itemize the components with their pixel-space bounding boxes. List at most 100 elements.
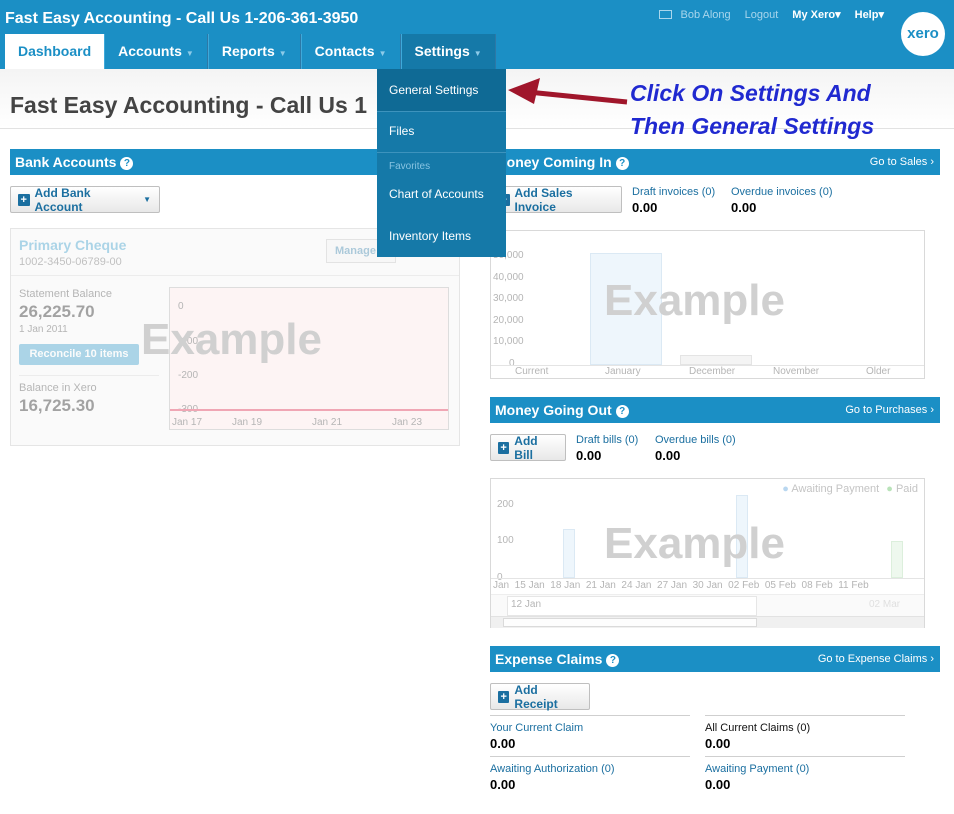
awaiting-authorization-link[interactable]: Awaiting Authorization (0) [490, 763, 615, 775]
help-icon[interactable]: ? [120, 157, 134, 170]
tab-dashboard[interactable]: Dashboard [5, 34, 105, 69]
mail-icon [659, 10, 673, 20]
top-bar: Fast Easy Accounting - Call Us 1-206-361… [0, 0, 954, 69]
caret-down-icon: ▼ [473, 49, 482, 58]
help-menu[interactable]: Help▾ [855, 8, 884, 21]
balance-line [170, 409, 448, 411]
overdue-invoices-link[interactable]: Overdue invoices (0) [731, 186, 833, 198]
tab-reports[interactable]: Reports ▼ [207, 34, 301, 69]
caret-down-icon: ▾ [835, 9, 841, 21]
menu-item-general-settings[interactable]: General Settings [377, 69, 506, 111]
draft-invoices-value: 0.00 [632, 200, 658, 215]
legend-paid: Paid [895, 483, 918, 495]
tab-settings[interactable]: Settings ▼ [400, 34, 496, 69]
paid-bar [891, 541, 903, 578]
nav-start-label: 12 Jan [511, 599, 542, 610]
money-out-title: Money Going Out [495, 402, 612, 418]
statement-date: 1 Jan 2011 [19, 324, 68, 335]
menu-item-inventory-items[interactable]: Inventory Items [377, 215, 506, 257]
plus-icon: + [498, 441, 510, 454]
add-receipt-button[interactable]: + Add Receipt [490, 683, 590, 711]
tab-accounts[interactable]: Accounts ▼ [104, 34, 208, 69]
draft-invoices-link[interactable]: Draft invoices (0) [632, 186, 715, 198]
y-tick: 0 [509, 358, 515, 369]
range-navigator[interactable]: 12 Jan 02 Mar [491, 594, 924, 628]
x-tick: Older [866, 366, 891, 377]
page-title: Fast Easy Accounting - Call Us 1 [10, 92, 368, 118]
example-watermark: Example [141, 315, 322, 364]
all-current-claims-value: 0.00 [705, 736, 731, 751]
menu-item-files[interactable]: Files [377, 112, 506, 152]
annotation-text: Click On Settings And Then General Setti… [630, 77, 874, 143]
favorites-heading: Favorites [389, 161, 431, 172]
bank-account-number: 1002-3450-06789-00 [19, 256, 122, 268]
xero-balance-value: 16,725.30 [19, 396, 95, 415]
add-bill-button[interactable]: + Add Bill [490, 434, 566, 462]
money-in-chart: 50,000 40,000 30,000 20,000 10,000 0 Cur… [490, 230, 925, 379]
x-tick: Jan 21 [312, 417, 343, 428]
annotation-arrow-icon [508, 78, 628, 105]
example-watermark: Example [604, 276, 785, 325]
go-to-expense-claims-link[interactable]: Go to Expense Claims › [818, 653, 934, 665]
reconcile-button[interactable]: Reconcile 10 items [19, 344, 139, 365]
bank-accounts-title: Bank Accounts [15, 154, 117, 170]
user-name: Bob Along [680, 8, 731, 21]
org-title: Fast Easy Accounting - Call Us 1-206-361… [5, 10, 359, 27]
settings-dropdown: General Settings Files Favorites Chart o… [377, 69, 506, 257]
tab-contacts[interactable]: Contacts ▼ [300, 34, 401, 69]
menu-item-chart-of-accounts[interactable]: Chart of Accounts [377, 173, 506, 215]
range-scrollbar[interactable] [491, 616, 924, 628]
money-in-header: Money Coming In? Go to Sales › [490, 149, 940, 175]
awaiting-payment-value: 0.00 [705, 777, 731, 792]
example-watermark: Example [604, 519, 785, 568]
x-ticks: Jan 15 Jan 18 Jan 21 Jan 24 Jan 27 Jan 3… [493, 580, 869, 591]
draft-bills-value: 0.00 [576, 448, 602, 463]
caret-down-icon: ▼ [143, 195, 151, 204]
bank-account-card: Primary Cheque 1002-3450-06789-00 Manage… [10, 228, 460, 446]
expense-claims-title: Expense Claims [495, 651, 603, 667]
add-sales-invoice-button[interactable]: +Add Sales Invoice [490, 186, 622, 214]
x-tick: Jan 23 [392, 417, 423, 428]
overdue-bills-link[interactable]: Overdue bills (0) [655, 434, 736, 446]
y-tick: 100 [497, 535, 514, 546]
chart-legend: ● Awaiting Payment ● Paid [782, 483, 918, 495]
go-to-sales-link[interactable]: Go to Sales › [870, 156, 934, 168]
bill-bar [563, 529, 575, 578]
current-claim-value: 0.00 [490, 736, 516, 751]
x-tick: January [605, 366, 641, 377]
x-tick: Jan 17 [172, 417, 203, 428]
draft-bills-link[interactable]: Draft bills (0) [576, 434, 638, 446]
help-icon[interactable]: ? [615, 405, 629, 418]
scroll-thumb[interactable] [503, 618, 757, 627]
caret-down-icon: ▼ [185, 49, 194, 58]
bank-account-name[interactable]: Primary Cheque [19, 237, 126, 253]
user-menu[interactable]: Bob Along [659, 8, 731, 21]
y-tick: 10,000 [493, 336, 524, 347]
y-tick: -200 [178, 370, 199, 381]
logout-link[interactable]: Logout [745, 9, 779, 21]
x-tick: Current [515, 366, 549, 377]
awaiting-payment-link[interactable]: Awaiting Payment (0) [705, 763, 809, 775]
go-to-purchases-link[interactable]: Go to Purchases › [845, 404, 934, 416]
xero-logo[interactable]: xero [901, 12, 945, 56]
caret-down-icon: ▼ [378, 49, 387, 58]
current-claim-link[interactable]: Your Current Claim [490, 722, 583, 734]
nav-end-label: 02 Mar [869, 599, 901, 610]
money-out-chart: ● Awaiting Payment ● Paid 200 100 0 Jan … [490, 478, 925, 628]
y-tick: 30,000 [493, 293, 524, 304]
statement-balance-label: Statement Balance [19, 288, 112, 300]
add-bank-account-button[interactable]: + Add Bank Account ▼ [10, 186, 160, 214]
statement-balance-value: 26,225.70 [19, 302, 95, 321]
y-tick: 20,000 [493, 315, 524, 326]
xero-balance-label: Balance in Xero [19, 382, 97, 394]
y-tick: 200 [497, 499, 514, 510]
x-tick: November [773, 366, 820, 377]
y-tick: 40,000 [493, 272, 524, 283]
my-xero-menu[interactable]: My Xero▾ [792, 8, 840, 21]
plus-icon: + [498, 690, 510, 703]
annotation-line-2: Then General Settings [630, 113, 875, 139]
bar-december [680, 355, 752, 365]
help-icon[interactable]: ? [615, 157, 629, 170]
user-links: Bob Along Logout My Xero▾ Help▾ [659, 8, 884, 21]
help-icon[interactable]: ? [606, 654, 620, 667]
